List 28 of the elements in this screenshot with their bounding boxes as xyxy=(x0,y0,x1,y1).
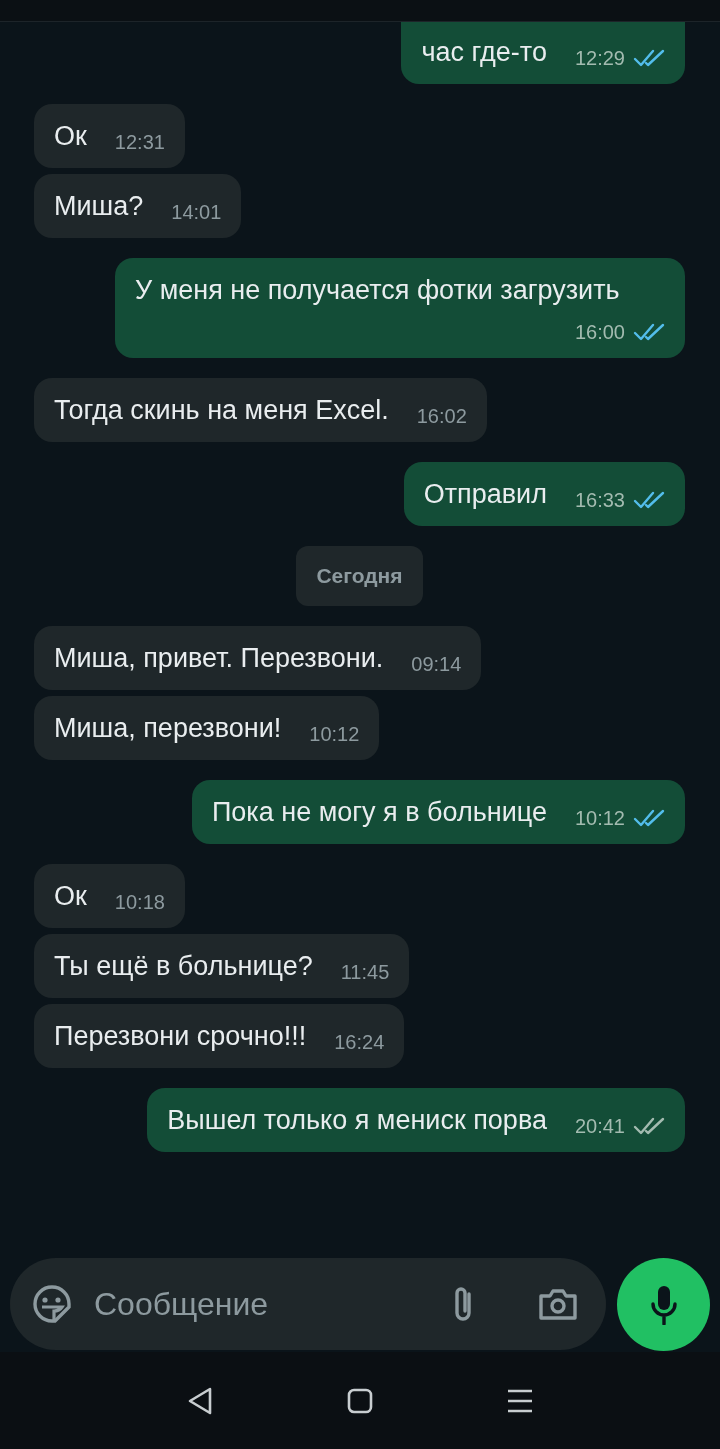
message-text: Пока не могу я в больнице xyxy=(211,796,547,827)
message-text: Ок xyxy=(54,880,87,911)
message-text: Перезвони срочно!!! xyxy=(54,1020,307,1051)
message-text: час где-то xyxy=(421,37,547,67)
message-time: 12:29 xyxy=(574,46,625,70)
message-time: 10:12 xyxy=(309,721,360,746)
message-text: Вышел только я мениск порва xyxy=(167,1104,547,1135)
message-field[interactable]: Сообщение xyxy=(10,1258,606,1350)
message-time: 10:18 xyxy=(114,889,165,914)
message-text: Миша, перезвони! xyxy=(54,712,282,743)
message-time: 12:31 xyxy=(114,130,165,154)
message-input[interactable]: Сообщение xyxy=(92,1279,450,1329)
message-time: 16:02 xyxy=(416,404,467,428)
message-time: 16:24 xyxy=(334,1029,385,1054)
message-time: 11:45 xyxy=(340,959,390,984)
message-text: Отправил xyxy=(423,479,547,509)
message-text: Миша, привет. Перезвони. xyxy=(54,642,384,673)
message-time: 20:41 xyxy=(574,1113,625,1138)
message-text: Миша? xyxy=(54,191,144,221)
message-text: Ты ещё в больнице? xyxy=(54,950,313,981)
message-text: Тогда скинь на меня Excel. xyxy=(54,395,389,425)
message-time: 16:33 xyxy=(574,488,625,512)
message-time: 09:14 xyxy=(411,651,462,676)
message-time: 14:01 xyxy=(171,200,222,224)
message-time: 10:12 xyxy=(574,805,625,830)
message-time: 16:00 xyxy=(574,320,625,344)
message-text: У меня не получается фотки загрузить xyxy=(135,275,620,305)
message-text: Ок xyxy=(54,121,87,151)
